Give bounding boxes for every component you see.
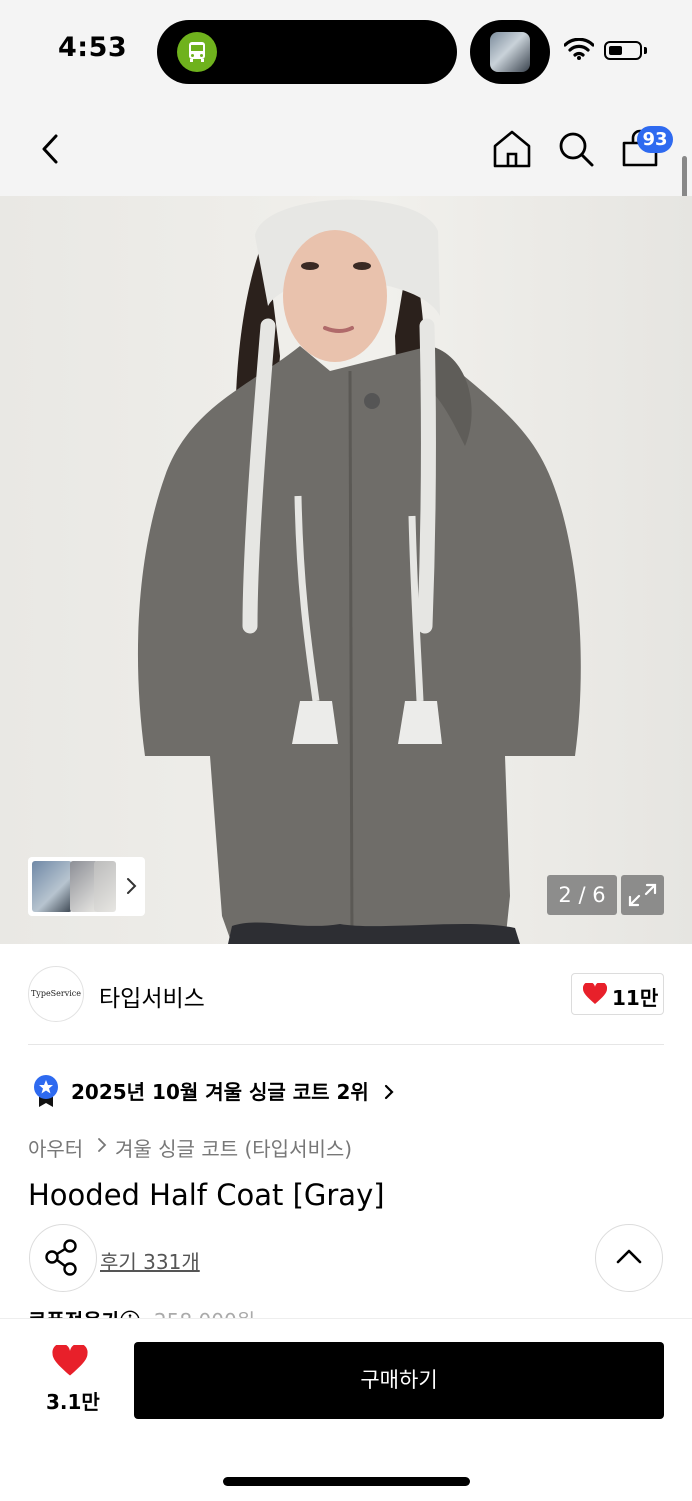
ranking-text: 2025년 10월 겨울 싱글 코트 2위: [71, 1080, 369, 1104]
breadcrumb-category[interactable]: 아우터: [28, 1133, 83, 1162]
status-time: 4:53: [58, 32, 128, 63]
rank-badge-icon: [32, 1074, 60, 1112]
chevron-right-icon: [96, 1137, 108, 1157]
image-counter: 2 / 6: [547, 875, 617, 915]
bus-icon: [177, 32, 217, 72]
battery-icon: [604, 41, 647, 60]
original-price: 258,000원: [154, 1309, 255, 1318]
chevron-right-icon: [384, 1084, 394, 1100]
back-icon[interactable]: [30, 128, 72, 170]
home-icon[interactable]: [491, 128, 533, 170]
heart-icon: [582, 981, 608, 1009]
ranking-link[interactable]: 2025년 10월 겨울 싱글 코트 2위: [71, 1076, 396, 1105]
share-button[interactable]: [29, 1224, 97, 1292]
share-icon: [45, 1239, 77, 1276]
expand-icon[interactable]: [621, 875, 664, 915]
breadcrumb-subcategory[interactable]: 겨울 싱글 코트 (타입서비스): [115, 1133, 352, 1162]
search-icon[interactable]: [555, 128, 597, 170]
reviews-link[interactable]: 후기 331개: [100, 1246, 200, 1275]
brand-logo[interactable]: TypeService: [28, 966, 84, 1022]
live-activity-thumbnail: [490, 32, 530, 72]
gallery-thumbnail[interactable]: [32, 861, 72, 912]
chevron-up-icon: [616, 1249, 642, 1264]
coupon-price-row: 쿠폰적용가ⓘ 258,000원: [28, 1305, 255, 1318]
cart-count-badge: 93: [637, 126, 673, 153]
brand-like-count: 11만: [612, 986, 659, 1010]
home-indicator[interactable]: [223, 1477, 470, 1486]
coupon-price-label: 쿠폰적용가ⓘ: [28, 1309, 140, 1318]
wifi-icon: [563, 37, 595, 64]
product-title: Hooded Half Coat [Gray]: [28, 1178, 385, 1212]
chevron-right-icon[interactable]: [123, 876, 139, 900]
scroll-top-button[interactable]: [595, 1224, 663, 1292]
brand-name[interactable]: 타입서비스: [99, 979, 205, 1013]
wish-count: 3.1만: [46, 1390, 100, 1414]
divider: [28, 1044, 664, 1045]
gallery-thumbnail[interactable]: [94, 861, 116, 912]
product-image[interactable]: [0, 196, 692, 944]
buy-button[interactable]: 구매하기: [134, 1342, 664, 1419]
heart-icon[interactable]: [52, 1343, 88, 1381]
